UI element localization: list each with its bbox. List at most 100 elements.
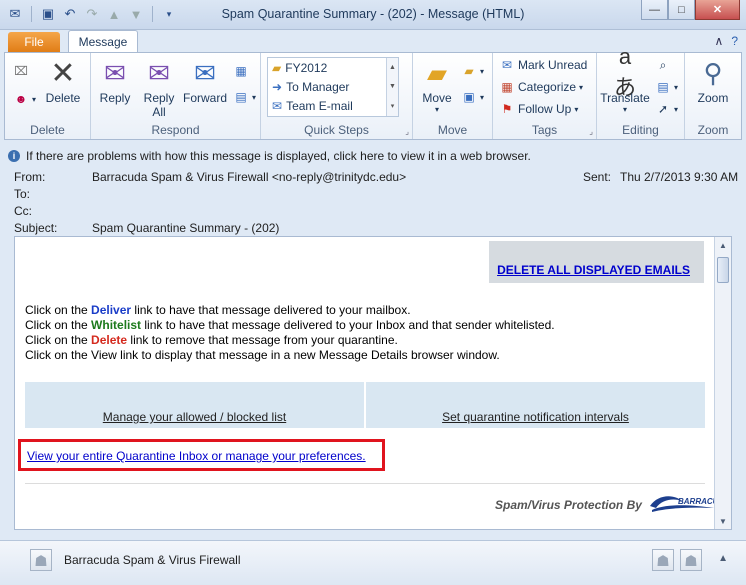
group-label-move: Move (437, 123, 468, 137)
contact-avatar[interactable]: ☗ (680, 549, 702, 571)
junk-icon: ☻ (14, 92, 28, 106)
group-delete: ⌧ ☻ ▾ ✕ Delete Delete (5, 53, 91, 139)
reply-label: Reply (99, 91, 131, 105)
related-button[interactable]: ▤ ▾ (655, 79, 678, 95)
find-button[interactable]: ⌕ (655, 57, 671, 73)
people-pane: ☗ Barracuda Spam & Virus Firewall ☗ ☗ ▲ (0, 540, 746, 585)
svg-text:BARRACUDA: BARRACUDA (678, 497, 718, 506)
zoom-label: Zoom (697, 91, 729, 105)
follow-up-button[interactable]: ⚑ Follow Up ▾ (499, 101, 579, 117)
rules-icon: ▰ (464, 64, 474, 78)
group-label-tags: Tags (531, 123, 558, 137)
forward-button[interactable]: ✉ Forward (181, 57, 229, 106)
translate-icon: a あ (613, 44, 636, 100)
zoom-button[interactable]: ⚲ Zoom (691, 57, 735, 106)
move-button[interactable]: ▰ Move ▾ (417, 57, 457, 115)
reply-all-label-2: All (152, 105, 166, 119)
cc-label: Cc: (14, 204, 32, 218)
quick-steps-scroll[interactable]: ▲ ▼ ▾ (386, 58, 398, 116)
minimize-icon[interactable]: — (641, 0, 668, 20)
scroll-down-icon[interactable]: ▼ (715, 513, 731, 529)
to-label: To: (14, 187, 31, 201)
translate-button[interactable]: a あ Translate ▾ (599, 44, 651, 114)
quick-step-item[interactable]: ▰ FY2012 (268, 58, 398, 77)
forward-icon: ✉ (194, 57, 216, 88)
subject-value: Spam Quarantine Summary - (202) (92, 221, 280, 235)
group-label-delete: Delete (30, 123, 65, 137)
rules-button[interactable]: ▰ ▾ (461, 63, 484, 79)
more-icon: ▤ (235, 90, 247, 104)
folder-icon: ▰ (272, 60, 282, 75)
ignore-icon: ⌧ (14, 64, 28, 78)
select-button[interactable]: ➚ ▾ (655, 101, 678, 117)
body-scrollbar[interactable]: ▲ ▼ (714, 237, 731, 529)
reply-all-label-1: Reply (143, 91, 175, 105)
team-email-icon: ✉ (272, 98, 283, 113)
delete-button[interactable]: ✕ Delete (45, 57, 81, 106)
help-icon[interactable]: ? (731, 34, 738, 48)
highlight-box: View your entire Quarantine Inbox or man… (18, 439, 385, 471)
manage-list-cell: Manage your allowed / blocked list (25, 382, 364, 428)
more-respond-button[interactable]: ▤ ▾ (233, 89, 256, 105)
dialog-launcher-icon[interactable]: ⌟ (405, 127, 409, 136)
instruction-line: Click on the Delete link to remove that … (25, 333, 398, 347)
maximize-icon[interactable]: □ (668, 0, 695, 20)
group-move: ▰ Move ▾ ▰ ▾ ▣ ▾ Move (413, 53, 493, 139)
actions-button[interactable]: ▣ ▾ (461, 89, 484, 105)
mark-unread-button[interactable]: ✉ Mark Unread (499, 57, 587, 73)
notification-intervals-link[interactable]: Set quarantine notification intervals (442, 410, 629, 424)
quick-steps-gallery: ▰ FY2012 ➜ To Manager ✉ Team E-mail ▲ ▼ ▾ (267, 57, 399, 117)
delete-label: Delete (45, 91, 81, 105)
magnifier-icon: ⚲ (703, 57, 723, 88)
manage-list-link[interactable]: Manage your allowed / blocked list (103, 410, 286, 424)
reply-button[interactable]: ✉ Reply (95, 57, 135, 106)
reply-all-icon: ✉ (148, 57, 170, 88)
tab-message[interactable]: Message (68, 30, 138, 53)
expand-people-pane-icon[interactable]: ▲ (718, 553, 728, 564)
quick-step-item[interactable]: ✉ Team E-mail (268, 96, 398, 115)
info-bar[interactable]: i If there are problems with how this me… (8, 148, 738, 164)
group-zoom: ⚲ Zoom Zoom (685, 53, 741, 139)
junk-button[interactable]: ☻ ▾ (13, 91, 36, 107)
group-label-quick-steps: Quick Steps (304, 123, 369, 137)
move-label: Move (422, 91, 452, 105)
move-folder-icon: ▰ (427, 57, 447, 88)
sent-row: Sent: Thu 2/7/2013 9:30 AM (583, 170, 738, 184)
brand-text: Spam/Virus Protection By (495, 497, 642, 512)
contact-avatar[interactable]: ☗ (652, 549, 674, 571)
management-links: Manage your allowed / blocked list Set q… (25, 382, 705, 428)
quick-step-item[interactable]: ➜ To Manager (268, 77, 398, 96)
ignore-button[interactable]: ⌧ (13, 63, 29, 79)
subject-row: Subject: Spam Quarantine Summary - (202) (14, 221, 279, 235)
close-icon[interactable]: ✕ (695, 0, 740, 20)
scroll-thumb[interactable] (717, 257, 729, 283)
whitelist-keyword: Whitelist (91, 318, 142, 332)
instruction-line: Click on the Whitelist link to have that… (25, 318, 555, 332)
tab-file[interactable]: File (8, 32, 60, 52)
from-value[interactable]: Barracuda Spam & Virus Firewall <no-repl… (92, 170, 406, 184)
reply-all-button[interactable]: ✉ Reply All (139, 57, 179, 120)
sent-label: Sent: (583, 170, 612, 184)
delete-all-link[interactable]: DELETE ALL DISPLAYED EMAILS (497, 263, 690, 277)
scroll-up-icon[interactable]: ▲ (715, 237, 731, 253)
group-label-editing: Editing (622, 123, 659, 137)
window-title: Spam Quarantine Summary - (202) - Messag… (221, 7, 525, 21)
dialog-launcher-icon[interactable]: ⌟ (589, 127, 593, 136)
reply-icon: ✉ (104, 57, 126, 88)
delete-all-cell: DELETE ALL DISPLAYED EMAILS (489, 241, 704, 283)
collapse-ribbon-icon[interactable]: ∧ (715, 34, 724, 48)
to-manager-icon: ➜ (272, 79, 283, 94)
to-row: To: (14, 187, 92, 201)
categorize-button[interactable]: ▦ Categorize ▾ (499, 79, 583, 95)
ribbon-corner-icons: ∧ ? (715, 34, 738, 48)
group-editing: a あ Translate ▾ ⌕ ▤ ▾ ➚ ▾ Editing (597, 44, 685, 139)
contact-avatar[interactable]: ☗ (30, 549, 52, 571)
people-pane-name[interactable]: Barracuda Spam & Virus Firewall (64, 553, 241, 567)
delete-keyword: Delete (91, 333, 128, 347)
barracuda-branding: Spam/Virus Protection By BARRACUDA (495, 492, 730, 517)
barracuda-logo-mark: BARRACUDA (649, 496, 730, 512)
info-icon: i (8, 150, 20, 162)
view-quarantine-inbox-link[interactable]: View your entire Quarantine Inbox or man… (27, 449, 366, 463)
window-controls: — □ ✕ (641, 0, 740, 20)
meeting-button[interactable]: ▦ (233, 63, 249, 79)
